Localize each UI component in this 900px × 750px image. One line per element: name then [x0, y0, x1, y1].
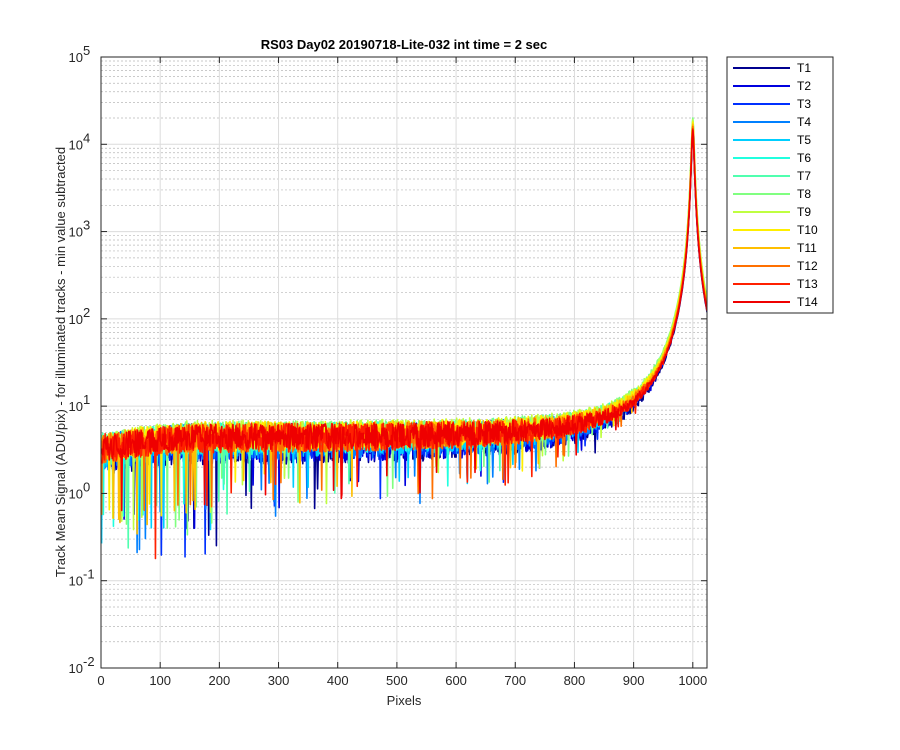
legend-label-t9: T9 — [797, 205, 811, 219]
y-axis-label: Track Mean Signal (ADU/pix) - for illumi… — [53, 147, 68, 577]
x-tick-label: 100 — [149, 673, 171, 688]
y-tick-label: 10 — [69, 50, 83, 65]
plot-frame — [100, 56, 708, 669]
x-tick-labels: 0 100 200 300 400 500 600 700 800 900 1000 — [97, 673, 707, 688]
legend-label-t8: T8 — [797, 187, 811, 201]
legend-label-t6: T6 — [797, 151, 811, 165]
legend-label-t7: T7 — [797, 169, 811, 183]
chart: 0 100 200 300 400 500 600 700 800 900 1000 10 -210-… — [53, 37, 834, 708]
y-tick-label: 10 — [69, 137, 83, 152]
legend-label-t12: T12 — [797, 259, 818, 273]
y-tick-label: 10 — [69, 574, 83, 589]
legend-label-t11: T11 — [797, 241, 817, 255]
legend: T1 T2 T3 T4 T5 T6 T7 T8 T9 T10 T11 T12 T13 T14 — [726, 56, 834, 314]
legend-label-t1: T1 — [797, 61, 811, 75]
legend-label-t14: T14 — [797, 295, 818, 309]
y-tick-exponent: 3 — [83, 218, 90, 233]
legend-label-t10: T10 — [797, 223, 818, 237]
x-tick-label: 400 — [327, 673, 349, 688]
y-tick-label: 10 — [69, 399, 83, 414]
legend-label-t4: T4 — [797, 115, 811, 129]
x-tick-label: 600 — [445, 673, 467, 688]
y-tick-label: 10 — [69, 661, 83, 676]
x-tick-label: 200 — [209, 673, 231, 688]
y-tick-exponent: 1 — [83, 392, 90, 407]
x-axis-label: Pixels — [387, 693, 422, 708]
y-tick-exponent: 4 — [83, 130, 90, 145]
x-tick-label: 0 — [97, 673, 104, 688]
axis-ticks — [100, 56, 707, 669]
x-tick-label: 900 — [623, 673, 645, 688]
y-tick-labels: 10 -210 -110 010 110 210 310 410 5 — [69, 43, 95, 676]
chart-title: RS03 Day02 20190718-Lite-032 int time = … — [261, 37, 548, 52]
y-tick-exponent: -1 — [83, 567, 95, 582]
x-tick-label: 800 — [564, 673, 586, 688]
y-tick-exponent: 0 — [83, 479, 90, 494]
y-tick-label: 10 — [69, 225, 83, 240]
y-tick-exponent: -2 — [83, 654, 95, 669]
grid — [100, 56, 707, 669]
legend-label-t5: T5 — [797, 133, 811, 147]
legend-label-t2: T2 — [797, 79, 811, 93]
legend-box — [726, 56, 834, 314]
y-tick-exponent: 5 — [83, 43, 90, 58]
legend-label-t3: T3 — [797, 97, 811, 111]
y-tick-exponent: 2 — [83, 305, 90, 320]
x-tick-label: 500 — [386, 673, 408, 688]
y-tick-label: 10 — [69, 486, 83, 501]
legend-label-t13: T13 — [797, 277, 818, 291]
series-group — [101, 117, 707, 560]
x-tick-label: 300 — [268, 673, 290, 688]
y-tick-label: 10 — [69, 312, 83, 327]
x-tick-label: 1000 — [678, 673, 707, 688]
x-tick-label: 700 — [504, 673, 526, 688]
